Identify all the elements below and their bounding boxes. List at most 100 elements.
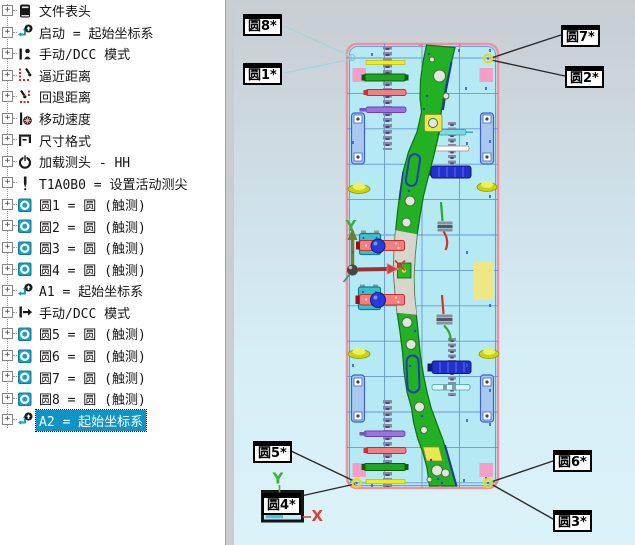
tree-item-label: 手动/DCC 模式 [36, 43, 133, 64]
expand-toggle-icon[interactable]: + [2, 285, 13, 296]
tree-item-label: A2 = 起始坐标系 [36, 410, 146, 431]
feature-label-4[interactable]: 圆2* [565, 66, 604, 88]
feature-label-1[interactable]: 圆8* [243, 14, 282, 36]
expand-toggle-icon[interactable]: + [2, 27, 13, 38]
tree-connector [13, 247, 17, 248]
circle-feature-icon [17, 348, 33, 364]
tree-item-9[interactable]: + T1A0B0 = 设置活动测尖 [0, 172, 225, 194]
expand-toggle-icon[interactable]: + [2, 328, 13, 339]
expand-toggle-icon[interactable]: + [2, 350, 13, 361]
tree-item-20[interactable]: + A2 = 起始坐标系 [0, 409, 225, 431]
expand-toggle-icon[interactable]: + [2, 48, 13, 59]
tree-connector [13, 75, 17, 76]
tree-item-16[interactable]: + 圆5 = 圆 (触测) [0, 323, 225, 345]
expand-toggle-icon[interactable]: + [2, 371, 13, 382]
tree-item-15[interactable]: + 手动/DCC 模式 [0, 302, 225, 324]
mini-axis-x-label: X [312, 507, 324, 525]
move-speed-icon [17, 111, 33, 127]
tree-connector [13, 312, 17, 313]
dim-format-icon [17, 132, 33, 148]
tree-connector [13, 225, 17, 226]
tree-connector [13, 139, 17, 140]
tree-item-4[interactable]: + 逼近距离 [0, 65, 225, 87]
expand-toggle-icon[interactable]: + [2, 199, 13, 210]
feature-label-7[interactable]: 圆6* [553, 450, 592, 472]
expand-toggle-icon[interactable]: + [2, 177, 13, 188]
tree-connector [13, 32, 17, 33]
tree-item-6[interactable]: +移动速度 [0, 108, 225, 130]
expand-toggle-icon[interactable]: + [2, 70, 13, 81]
tree-item-7[interactable]: +尺寸格式 [0, 129, 225, 151]
tree-item-11[interactable]: + 圆2 = 圆 (触测) [0, 215, 225, 237]
expand-toggle-icon[interactable]: + [2, 91, 13, 102]
tree-item-19[interactable]: + 圆8 = 圆 (触测) [0, 388, 225, 410]
tree-item-3[interactable]: + 手动/DCC 模式 [0, 43, 225, 65]
expand-toggle-icon[interactable]: + [2, 264, 13, 275]
tree-item-label: 圆6 = 圆 (触测) [36, 345, 149, 366]
tree-item-label: 加载测头 - HH [36, 151, 133, 172]
program-tree-panel: + 文件表头 + 启动 = 起始坐标系 + 手动/DCC 模式 + 逼近距离 + 回退距离+移动速… [0, 0, 225, 545]
tree-connector [13, 118, 17, 119]
tree-item-10[interactable]: + 圆1 = 圆 (触测) [0, 194, 225, 216]
feature-label-6[interactable]: 圆4* [262, 493, 301, 515]
cad-viewport[interactable]: Y [233, 0, 635, 545]
tree-item-label: A1 = 起始坐标系 [36, 280, 146, 301]
panel-splitter[interactable] [225, 0, 234, 545]
tree-item-label: 圆1 = 圆 (触测) [36, 194, 149, 215]
tree-item-8[interactable]: + 加载测头 - HH [0, 151, 225, 173]
program-tree: + 文件表头 + 启动 = 起始坐标系 + 手动/DCC 模式 + 逼近距离 + 回退距离+移动速… [0, 0, 225, 431]
expand-toggle-icon[interactable]: + [2, 242, 13, 253]
tree-item-label: 启动 = 起始坐标系 [36, 22, 156, 43]
tree-connector [13, 182, 17, 183]
expand-toggle-icon[interactable]: + [2, 220, 13, 231]
tree-item-18[interactable]: + 圆7 = 圆 (触测) [0, 366, 225, 388]
feature-label-2[interactable]: 圆1* [243, 63, 282, 85]
alignment-icon [17, 24, 33, 40]
tree-item-1[interactable]: + 文件表头 [0, 0, 225, 22]
circle-feature-icon [17, 369, 33, 385]
circle-feature-icon [17, 218, 33, 234]
tree-connector [13, 269, 17, 270]
tree-item-label: 圆4 = 圆 (触测) [36, 259, 149, 280]
expand-toggle-icon[interactable]: + [2, 113, 13, 124]
tree-item-17[interactable]: + 圆6 = 圆 (触测) [0, 345, 225, 367]
expand-toggle-icon[interactable]: + [2, 307, 13, 318]
retract-distance-icon [17, 89, 33, 105]
tree-item-13[interactable]: + 圆4 = 圆 (触测) [0, 259, 225, 281]
file-header-icon [17, 3, 33, 19]
feature-label-5[interactable]: 圆5* [253, 441, 292, 463]
tree-connector [13, 10, 17, 11]
tree-item-label: 圆7 = 圆 (触测) [36, 367, 149, 388]
tree-connector [13, 376, 17, 377]
tree-item-label: 圆5 = 圆 (触测) [36, 323, 149, 344]
alignment-icon [17, 283, 33, 299]
tree-item-label: 文件表头 [36, 0, 94, 21]
tree-connector [13, 96, 17, 97]
tree-item-5[interactable]: + 回退距离 [0, 86, 225, 108]
expand-toggle-icon[interactable]: + [2, 393, 13, 404]
tree-connector [13, 333, 17, 334]
feature-label-3[interactable]: 圆7* [561, 25, 600, 47]
circle-feature-icon [17, 391, 33, 407]
tree-item-label: 手动/DCC 模式 [36, 302, 133, 323]
tree-item-label: 圆2 = 圆 (触测) [36, 216, 149, 237]
tree-item-label: 逼近距离 [36, 65, 94, 86]
expand-toggle-icon[interactable]: + [2, 156, 13, 167]
tree-connector [13, 355, 17, 356]
tree-connector [13, 161, 17, 162]
tree-item-2[interactable]: + 启动 = 起始坐标系 [0, 22, 225, 44]
tree-item-14[interactable]: + A1 = 起始坐标系 [0, 280, 225, 302]
manual-mode-icon [17, 46, 33, 62]
tree-item-label: 圆8 = 圆 (触测) [36, 388, 149, 409]
feature-label-8[interactable]: 圆3* [553, 510, 592, 532]
tree-item-label: 回退距离 [36, 86, 94, 107]
tree-item-label: 圆3 = 圆 (触测) [36, 237, 149, 258]
circle-feature-icon [17, 197, 33, 213]
tree-item-label: T1A0B0 = 设置活动测尖 [36, 173, 190, 194]
expand-toggle-icon[interactable]: + [2, 134, 13, 145]
tree-item-12[interactable]: + 圆3 = 圆 (触测) [0, 237, 225, 259]
circle-feature-icon [17, 326, 33, 342]
approach-distance-icon [17, 67, 33, 83]
expand-toggle-icon[interactable]: + [2, 414, 13, 425]
expand-toggle-icon[interactable]: + [2, 5, 13, 16]
